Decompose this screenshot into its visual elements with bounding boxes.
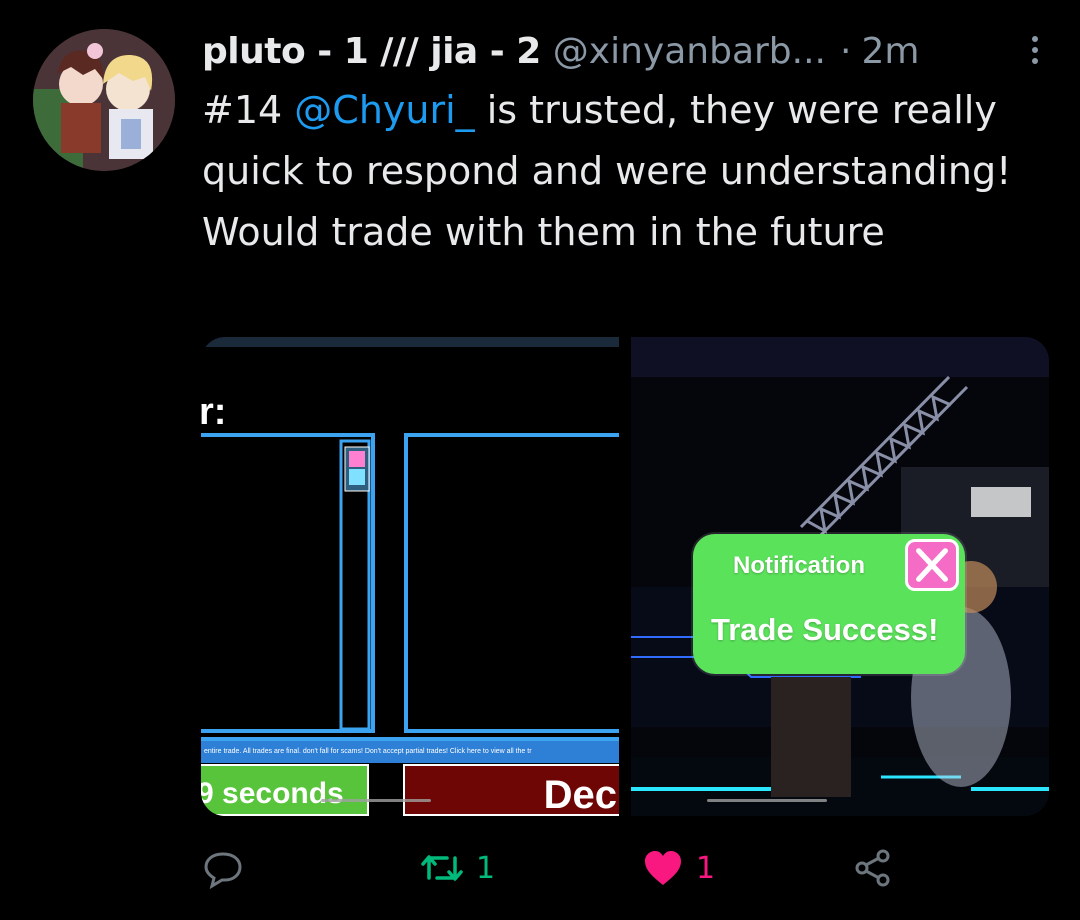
tweet-text-start: #14 bbox=[202, 88, 295, 132]
tweet-header: pluto - 1 /// jia - 2 @xinyanbarb... · 2… bbox=[202, 28, 1052, 76]
heart-icon bbox=[645, 851, 681, 885]
like-count: 1 bbox=[696, 850, 716, 886]
avatar[interactable] bbox=[33, 29, 175, 171]
media-scrub-bar bbox=[321, 799, 431, 802]
accept-timer-button[interactable]: 9 seconds bbox=[201, 764, 369, 816]
notification-popup: Notification Trade Success! bbox=[693, 534, 965, 674]
trade-label: r: bbox=[201, 391, 227, 433]
media-scrub-bar bbox=[707, 799, 827, 802]
trade-disclaimer[interactable]: entire trade. All trades are final. don'… bbox=[201, 741, 619, 763]
reply-button[interactable] bbox=[202, 838, 244, 898]
decline-button[interactable]: Dec bbox=[403, 764, 619, 816]
display-name[interactable]: pluto - 1 /// jia - 2 bbox=[202, 28, 541, 76]
reply-icon bbox=[204, 852, 242, 889]
media-image-left[interactable]: r: entire trade. All trades are final. d… bbox=[201, 337, 619, 816]
avatar-image bbox=[33, 29, 175, 171]
retweet-button[interactable]: 1 bbox=[420, 838, 495, 898]
retweet-count: 1 bbox=[476, 850, 496, 886]
mention-link[interactable]: @Chyuri_ bbox=[294, 88, 474, 132]
separator-dot: · bbox=[839, 31, 852, 72]
retweet-icon bbox=[421, 855, 463, 881]
share-icon bbox=[855, 849, 890, 887]
tweet-actions: 1 1 bbox=[202, 838, 1062, 898]
user-handle[interactable]: @xinyanbarb... bbox=[553, 28, 826, 76]
notification-message: Trade Success! bbox=[711, 612, 939, 647]
tweet-text: #14 @Chyuri_ is trusted, they were reall… bbox=[202, 80, 1062, 263]
timestamp[interactable]: 2m bbox=[861, 28, 919, 76]
like-button[interactable]: 1 bbox=[642, 838, 715, 898]
media-image-right[interactable]: Notification Trade Success! bbox=[631, 337, 1049, 816]
more-options-icon[interactable] bbox=[1028, 36, 1042, 70]
share-button[interactable] bbox=[852, 838, 894, 898]
close-icon[interactable] bbox=[905, 539, 959, 591]
media-grid: r: entire trade. All trades are final. d… bbox=[201, 337, 1049, 816]
notification-title: Notification bbox=[733, 552, 865, 579]
